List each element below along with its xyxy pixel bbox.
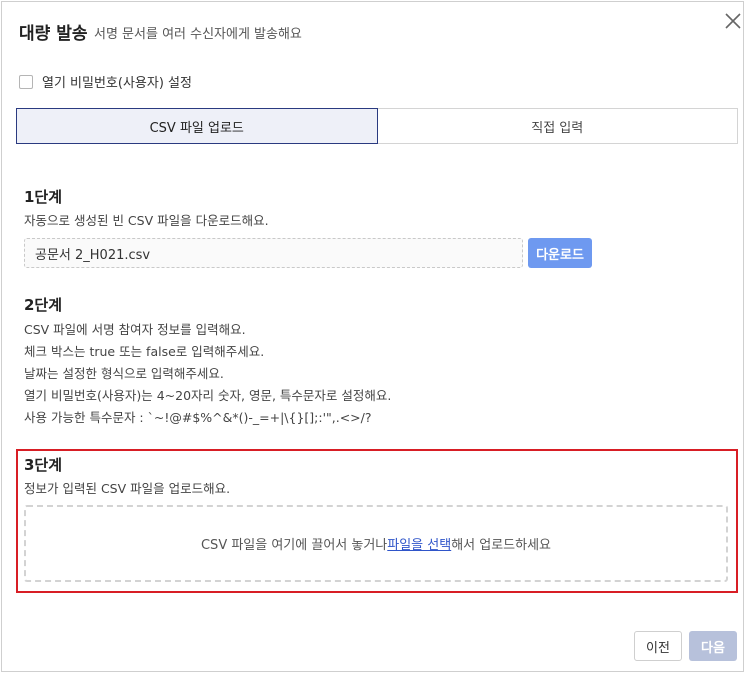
download-button[interactable]: 다운로드 bbox=[528, 238, 592, 268]
step3-title: 3단계 bbox=[24, 456, 63, 474]
prev-button[interactable]: 이전 bbox=[634, 631, 682, 661]
tab-direct-input[interactable]: 직접 입력 bbox=[377, 108, 738, 144]
dialog-subtitle: 서명 문서를 여러 수신자에게 발송해요 bbox=[94, 27, 302, 42]
password-checkbox-label: 열기 비밀번호(사용자) 설정 bbox=[42, 76, 192, 91]
step2-line: 사용 가능한 특수문자 : `~!@#$%^&*()-_=+|\{}[];:'"… bbox=[24, 410, 372, 425]
upload-method-tabs: CSV 파일 업로드 직접 입력 bbox=[16, 108, 738, 144]
close-icon[interactable] bbox=[722, 10, 744, 32]
step2-line: 열기 비밀번호(사용자)는 4~20자리 숫자, 영문, 특수문자로 설정해요. bbox=[24, 388, 392, 403]
dropzone-text: CSV 파일을 여기에 끌어서 놓거나 bbox=[200, 538, 388, 553]
dialog-title: 대량 발송 bbox=[19, 24, 88, 44]
step2-line: 날짜는 설정한 형식으로 입력해주세요. bbox=[24, 366, 224, 381]
tab-csv-upload[interactable]: CSV 파일 업로드 bbox=[16, 108, 378, 144]
template-file-name: 공문서 2_H021.csv bbox=[35, 247, 151, 263]
password-checkbox[interactable] bbox=[19, 74, 33, 89]
password-option[interactable]: 열기 비밀번호(사용자) 설정 bbox=[19, 72, 192, 91]
template-file-field: 공문서 2_H021.csv bbox=[24, 238, 523, 268]
select-file-link[interactable]: 파일을 선택 bbox=[387, 534, 451, 553]
csv-dropzone[interactable]: CSV 파일을 여기에 끌어서 놓거나 파일을 선택 해서 업로드하세요 bbox=[24, 505, 728, 582]
step2-title: 2단계 bbox=[24, 296, 63, 314]
dropzone-text-suffix: 해서 업로드하세요 bbox=[451, 538, 552, 553]
next-button[interactable]: 다음 bbox=[689, 631, 737, 661]
step1-desc: 자동으로 생성된 빈 CSV 파일을 다운로드해요. bbox=[24, 213, 269, 228]
step3-desc: 정보가 입력된 CSV 파일을 업로드해요. bbox=[24, 481, 231, 496]
step1-title: 1단계 bbox=[24, 188, 63, 206]
step2-line: 체크 박스는 true 또는 false로 입력해주세요. bbox=[24, 344, 265, 359]
step2-line: CSV 파일에 서명 참여자 정보를 입력해요. bbox=[24, 322, 246, 337]
